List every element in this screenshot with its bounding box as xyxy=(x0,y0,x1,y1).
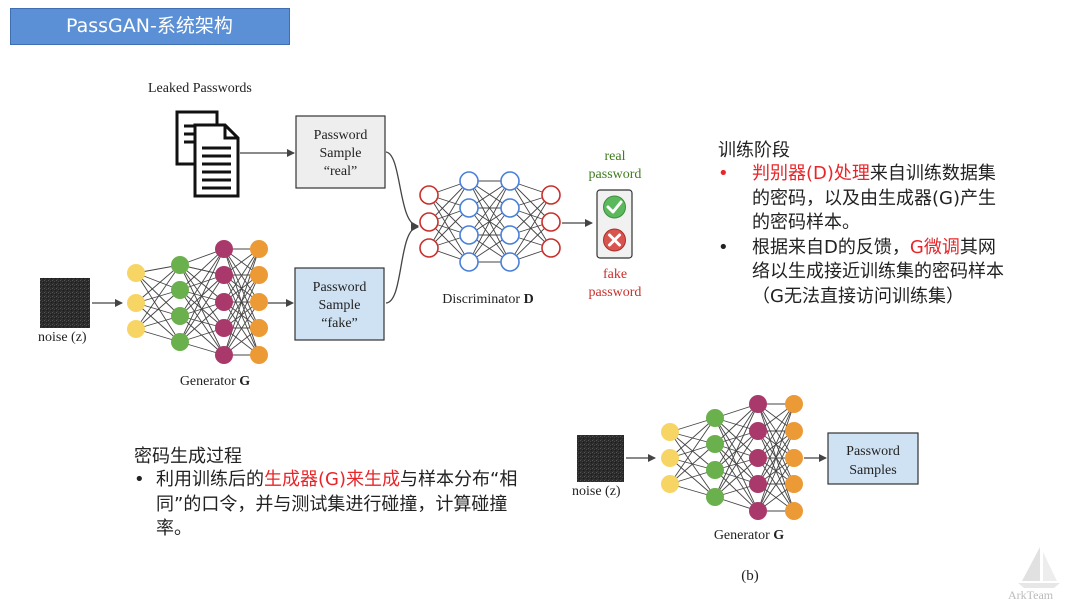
network-node xyxy=(171,256,189,274)
network-node xyxy=(459,225,479,245)
network-node xyxy=(419,238,439,258)
real-output-line1: real xyxy=(605,149,626,164)
generator-label: Generator G xyxy=(180,374,250,389)
network-node xyxy=(127,294,145,312)
network-node xyxy=(749,449,767,467)
arrow-real-to-discriminator xyxy=(385,151,419,230)
network-node xyxy=(459,198,479,218)
network-node xyxy=(500,198,520,218)
network-node xyxy=(785,449,803,467)
network-node xyxy=(785,422,803,440)
network-node xyxy=(541,212,561,232)
bullet-icon: • xyxy=(718,236,729,258)
fake-output-line2: password xyxy=(589,285,642,300)
password-sample-fake-box: Password Sample “fake” xyxy=(294,267,385,341)
network-node xyxy=(419,185,439,205)
documents-icon xyxy=(175,110,240,198)
network-node xyxy=(785,502,803,520)
generation-item-1-highlight: 生成器(G)来生成 xyxy=(264,469,400,490)
generation-section: 密码生成过程 • 利用训练后的生成器(G)来生成与样本分布“相同”的口令，并与测试… xyxy=(134,442,534,542)
network-node xyxy=(500,171,520,191)
fake-box-line3: “fake” xyxy=(321,316,358,331)
network-node xyxy=(250,293,268,311)
network-node xyxy=(127,320,145,338)
network-node xyxy=(749,475,767,493)
network-node xyxy=(171,307,189,325)
generation-item-1: • 利用训练后的生成器(G)来生成与样本分布“相同”的口令，并与测试集进行碰撞，计… xyxy=(134,468,534,542)
bullet-icon: • xyxy=(718,163,729,184)
network-node xyxy=(459,252,479,272)
discriminator-network xyxy=(419,171,561,272)
network-node xyxy=(661,423,679,441)
network-node xyxy=(706,409,724,427)
network-node xyxy=(661,475,679,493)
network-node xyxy=(749,395,767,413)
training-item-1-highlight: 判别器(D)处理 xyxy=(752,163,870,184)
network-node xyxy=(541,185,561,205)
network-node xyxy=(500,252,520,272)
leaked-passwords-label: Leaked Passwords xyxy=(148,81,252,96)
network-node xyxy=(785,475,803,493)
watermark-text: ArkTeam xyxy=(1008,588,1054,602)
network-node xyxy=(459,171,479,191)
generation-heading: 密码生成过程 xyxy=(134,446,242,467)
generator-network xyxy=(127,240,268,364)
network-node xyxy=(250,240,268,258)
real-box-line3: “real” xyxy=(324,164,357,179)
real-output-line2: password xyxy=(589,167,642,182)
output-panel xyxy=(596,189,633,259)
fake-box-line2: Sample xyxy=(319,298,361,313)
network-node xyxy=(785,395,803,413)
discriminator-label: Discriminator D xyxy=(442,292,533,307)
network-node xyxy=(250,266,268,284)
training-item-2-pre: 根据来自D的反馈， xyxy=(752,236,910,258)
training-item-2-highlight: G微调 xyxy=(909,236,960,258)
network-node xyxy=(250,319,268,337)
network-node xyxy=(250,346,268,364)
network-node xyxy=(706,488,724,506)
arkteam-logo-icon xyxy=(1018,547,1060,588)
password-samples-box: Password Samples xyxy=(827,432,919,485)
training-heading: 训练阶段 xyxy=(718,140,790,161)
fake-output-line1: fake xyxy=(603,267,627,282)
noise-image-b xyxy=(577,435,624,482)
bullet-icon: • xyxy=(134,469,145,490)
network-node xyxy=(419,212,439,232)
network-node xyxy=(171,333,189,351)
network-node xyxy=(749,502,767,520)
generation-item-1-pre: 利用训练后的 xyxy=(156,469,264,490)
network-node xyxy=(749,422,767,440)
arrow-fake-to-discriminator xyxy=(385,223,419,304)
network-node xyxy=(171,281,189,299)
network-node xyxy=(215,266,233,284)
training-section: 训练阶段 • 判别器(D)处理来自训练数据集的密码，以及由生成器(G)产生的密码样… xyxy=(718,136,1008,309)
generation-list: • 利用训练后的生成器(G)来生成与样本分布“相同”的口令，并与测试集进行碰撞，计… xyxy=(134,468,534,542)
network-node xyxy=(215,240,233,258)
generator-label-b: Generator G xyxy=(714,528,784,543)
network-node xyxy=(706,461,724,479)
network-node xyxy=(127,264,145,282)
figure-caption-b: (b) xyxy=(741,568,759,584)
training-item-2: • 根据来自D的反馈，G微调其网络以生成接近训练集的密码样本（G无法直接访问训练集… xyxy=(718,236,1008,310)
training-list: • 判别器(D)处理来自训练数据集的密码，以及由生成器(G)产生的密码样本。 • 根… xyxy=(718,162,1008,309)
samples-box-line2: Samples xyxy=(849,463,896,478)
network-node xyxy=(541,238,561,258)
samples-box-line1: Password xyxy=(846,444,900,459)
real-box-line2: Sample xyxy=(320,146,362,161)
generator-network-b xyxy=(661,395,803,520)
training-item-1: • 判别器(D)处理来自训练数据集的密码，以及由生成器(G)产生的密码样本。 xyxy=(718,162,1008,236)
network-node xyxy=(215,293,233,311)
network-node xyxy=(706,435,724,453)
noise-label-b: noise (z) xyxy=(572,484,621,499)
noise-label: noise (z) xyxy=(38,330,87,345)
password-sample-real-box: Password Sample “real” xyxy=(295,115,386,189)
network-node xyxy=(215,346,233,364)
network-node xyxy=(500,225,520,245)
network-node xyxy=(215,319,233,337)
real-box-line1: Password xyxy=(314,128,368,143)
fake-box-line1: Password xyxy=(313,280,367,295)
noise-image xyxy=(40,278,90,328)
network-node xyxy=(661,449,679,467)
